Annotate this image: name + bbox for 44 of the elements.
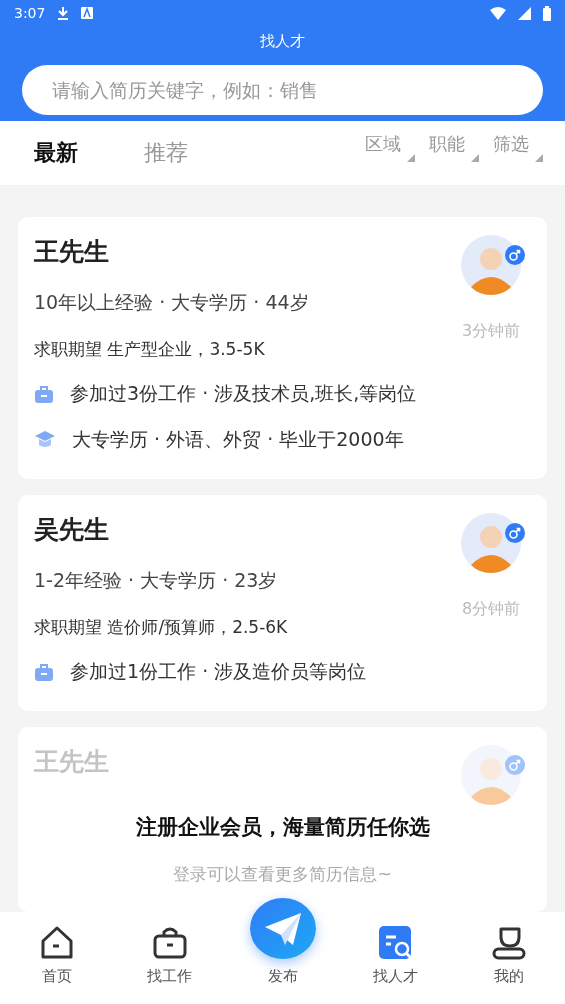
resume-card[interactable]: 吴先生 1-2年经验 · 大专学历 · 23岁 求职期望 造价师/预算师，2.5-6K 8分钟前 参加过1份工作 · 涉及造价员等岗位 bbox=[18, 495, 547, 711]
briefcase-icon bbox=[34, 662, 54, 682]
graduation-cap-icon bbox=[34, 430, 56, 450]
candidate-summary: 1-2年经验 · 大专学历 · 23岁 bbox=[34, 568, 279, 593]
notification-icon bbox=[81, 7, 94, 19]
nav-item[interactable]: 找工作 bbox=[113, 912, 226, 1004]
battery-icon bbox=[543, 5, 551, 21]
signal-icon bbox=[518, 6, 531, 20]
search-field[interactable]: 请输入简历关键字，例如：销售 bbox=[22, 65, 543, 115]
job-expectation: 求职期望 生产型企业，3.5-5K bbox=[34, 338, 266, 361]
avatar-icon bbox=[461, 745, 521, 805]
status-time: 3:07 bbox=[14, 5, 46, 21]
resume-card[interactable]: 王先生 注册企业会员，海量简历任你选 登录可以查看更多简历信息~ bbox=[18, 727, 547, 912]
male-icon bbox=[505, 523, 525, 543]
resume-detail: 参加过3份工作 · 涉及技术员,班长,等岗位 bbox=[70, 381, 417, 406]
nav-item[interactable]: 首页 bbox=[0, 912, 113, 1004]
briefcase-icon bbox=[151, 925, 188, 961]
dropdown-triangle-icon bbox=[407, 154, 415, 162]
tab[interactable]: 最新 bbox=[34, 138, 78, 168]
wifi-icon bbox=[490, 6, 506, 20]
candidate-summary: 10年以上经验 · 大专学历 · 44岁 bbox=[34, 290, 309, 315]
job-expectation: 求职期望 造价师/预算师，2.5-6K bbox=[34, 616, 288, 639]
avatar-icon bbox=[461, 235, 521, 295]
dropdown-triangle-icon bbox=[471, 154, 479, 162]
candidate-name: 王先生 bbox=[34, 746, 109, 778]
male-icon bbox=[505, 245, 525, 265]
dropdown-triangle-icon bbox=[535, 154, 543, 162]
briefcase-icon bbox=[34, 384, 54, 404]
nav-item[interactable]: 找人才 bbox=[339, 912, 452, 1004]
login-hint: 登录可以查看更多简历信息~ bbox=[172, 863, 393, 886]
user-icon bbox=[490, 925, 527, 961]
posted-time: 8分钟前 bbox=[461, 599, 521, 620]
page-title: 找人才 bbox=[259, 31, 306, 52]
resume-detail: 参加过1份工作 · 涉及造价员等岗位 bbox=[70, 659, 367, 684]
register-prompt: 注册企业会员，海量简历任你选 bbox=[134, 814, 431, 841]
male-icon bbox=[505, 755, 525, 775]
download-icon bbox=[57, 6, 70, 20]
candidate-name: 吴先生 bbox=[34, 514, 110, 546]
resume-detail: 大专学历 · 外语、外贸 · 毕业于2000年 bbox=[72, 427, 404, 452]
posted-time: 3分钟前 bbox=[461, 321, 521, 342]
candidate-name: 王先生 bbox=[34, 236, 110, 268]
resume-card[interactable]: 王先生 10年以上经验 · 大专学历 · 44岁 求职期望 生产型企业，3.5-5K 3分钟前 参加过3份工作 · 涉及技术员,班长,等岗位 大专学历 · 外语、外贸 · 毕业于2000年 bbox=[18, 217, 547, 479]
nav-item[interactable]: 我的 bbox=[452, 912, 565, 1004]
avatar-icon bbox=[461, 513, 521, 573]
